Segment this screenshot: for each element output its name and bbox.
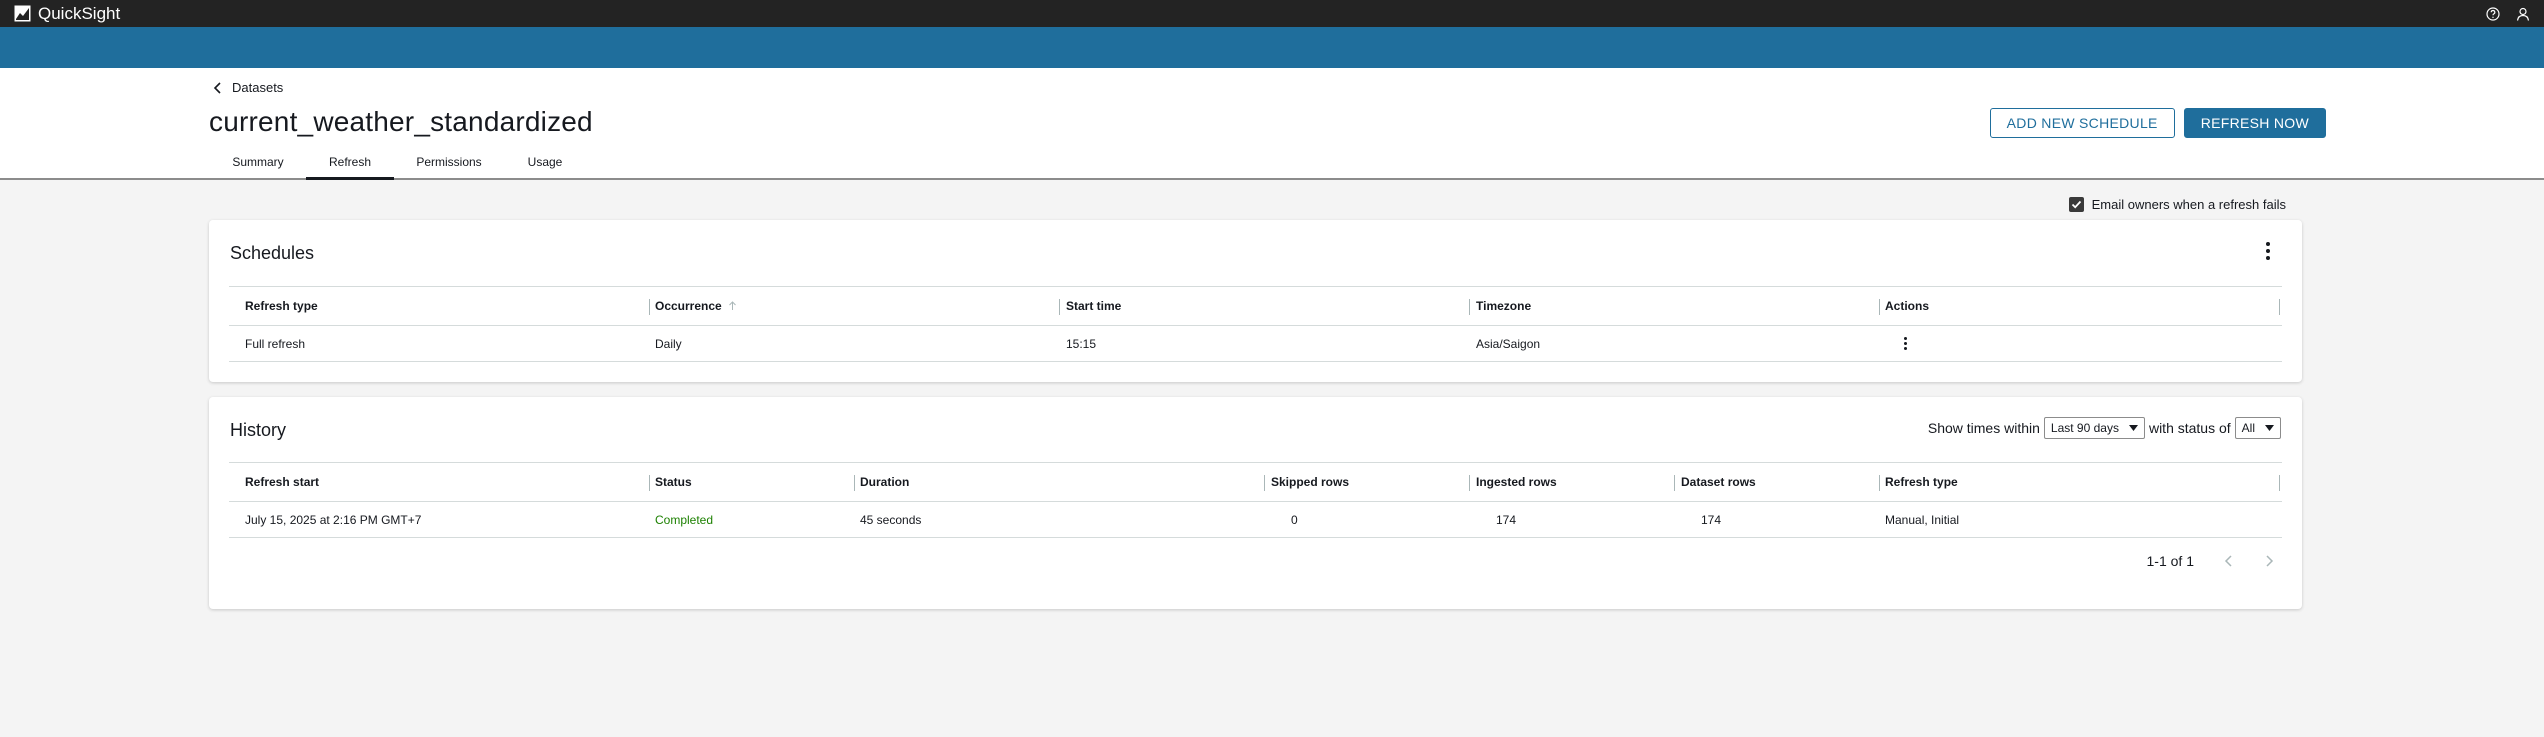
page-title: current_weather_standardized	[209, 106, 593, 137]
cell-refresh-type: Manual, Initial	[1885, 512, 1960, 527]
col-dataset-rows[interactable]: Dataset rows	[1681, 475, 1756, 489]
email-owners-checkbox[interactable]	[2068, 197, 2084, 212]
brand-name: QuickSight	[38, 3, 121, 23]
tab-permissions[interactable]: Permissions	[394, 155, 504, 180]
status-filter-value: All	[2241, 421, 2255, 435]
schedules-table-header: Refresh type Occurrence Start time Timez…	[229, 286, 2282, 326]
top-navigation-bar: QuickSight	[0, 0, 2544, 27]
col-start-time[interactable]: Start time	[1066, 299, 1121, 313]
cell-occurrence: Daily	[655, 336, 682, 351]
user-icon[interactable]	[2516, 7, 2530, 21]
cell-skipped-rows: 0	[1291, 512, 1298, 527]
col-skipped-rows[interactable]: Skipped rows	[1271, 475, 1349, 489]
cell-duration: 45 seconds	[860, 512, 922, 527]
cell-timezone: Asia/Saigon	[1476, 336, 1541, 351]
col-refresh-type[interactable]: Refresh type	[1885, 475, 1958, 489]
col-refresh-start[interactable]: Refresh start	[245, 475, 319, 489]
email-owners-label: Email owners when a refresh fails	[2091, 197, 2286, 212]
schedules-panel: Schedules Refresh type Occurrence Start …	[209, 220, 2302, 382]
row-actions-menu-icon[interactable]	[1903, 337, 1907, 350]
table-row: Full refresh Daily 15:15 Asia/Saigon	[229, 326, 2282, 362]
help-icon[interactable]	[2486, 6, 2500, 21]
breadcrumb-datasets[interactable]: Datasets	[212, 80, 283, 95]
breadcrumb-label: Datasets	[232, 80, 284, 95]
caret-down-icon	[2265, 425, 2274, 431]
chevron-left-icon	[213, 81, 221, 94]
col-duration[interactable]: Duration	[860, 475, 909, 489]
tab-usage[interactable]: Usage	[504, 155, 586, 180]
quicksight-logo-icon	[14, 5, 31, 22]
sort-ascending-icon	[728, 301, 736, 310]
filter-prefix-label: Show times within	[1927, 420, 2040, 436]
cell-refresh-start: July 15, 2025 at 2:16 PM GMT+7	[245, 512, 422, 527]
col-actions: Actions	[1885, 299, 1930, 313]
chevron-right-icon[interactable]	[2264, 554, 2274, 568]
page-header: Datasets current_weather_standardized AD…	[0, 68, 2544, 180]
add-new-schedule-button[interactable]: ADD NEW SCHEDULE	[1989, 108, 2175, 138]
checkmark-icon	[2071, 200, 2081, 209]
time-range-select[interactable]: Last 90 days	[2043, 417, 2145, 439]
history-title: History	[230, 420, 287, 440]
cell-ingested-rows: 174	[1496, 512, 1517, 527]
col-occurrence[interactable]: Occurrence	[655, 299, 737, 313]
tab-bar: Summary Refresh Permissions Usage	[210, 155, 586, 180]
filter-mid-label: with status of	[2148, 420, 2231, 436]
brand[interactable]: QuickSight	[14, 4, 120, 24]
chevron-left-icon[interactable]	[2224, 554, 2234, 568]
cell-refresh-type: Full refresh	[245, 336, 306, 351]
history-table-header: Refresh start Status Duration Skipped ro…	[229, 462, 2282, 502]
tab-summary[interactable]: Summary	[210, 155, 306, 180]
caret-down-icon	[2128, 425, 2138, 431]
col-timezone[interactable]: Timezone	[1476, 299, 1531, 313]
col-ingested-rows[interactable]: Ingested rows	[1476, 475, 1557, 489]
schedules-menu-icon[interactable]	[2265, 242, 2271, 260]
pagination-range: 1-1 of 1	[2146, 553, 2194, 569]
col-occurrence-label: Occurrence	[655, 299, 722, 313]
history-table: Refresh start Status Duration Skipped ro…	[229, 462, 2282, 538]
tab-refresh[interactable]: Refresh	[306, 155, 394, 180]
email-owners-option[interactable]: Email owners when a refresh fails	[2068, 197, 2286, 212]
pagination: 1-1 of 1	[2147, 553, 2274, 569]
history-filters: Show times within Last 90 days with stat…	[1928, 417, 2281, 439]
cell-status: Completed	[655, 512, 714, 527]
schedules-table: Refresh type Occurrence Start time Timez…	[229, 286, 2282, 362]
col-refresh-type[interactable]: Refresh type	[245, 299, 318, 313]
banner-bar	[0, 27, 2544, 68]
cell-start-time: 15:15	[1066, 336, 1097, 351]
history-panel: History Show times within Last 90 days w…	[209, 397, 2302, 609]
refresh-now-button[interactable]: REFRESH NOW	[2183, 108, 2326, 138]
time-range-value: Last 90 days	[2050, 421, 2119, 435]
cell-dataset-rows: 174	[1701, 512, 1722, 527]
status-filter-select[interactable]: All	[2234, 417, 2281, 439]
table-row: July 15, 2025 at 2:16 PM GMT+7 Completed…	[229, 502, 2282, 538]
col-status[interactable]: Status	[655, 475, 692, 489]
schedules-title: Schedules	[230, 243, 315, 263]
